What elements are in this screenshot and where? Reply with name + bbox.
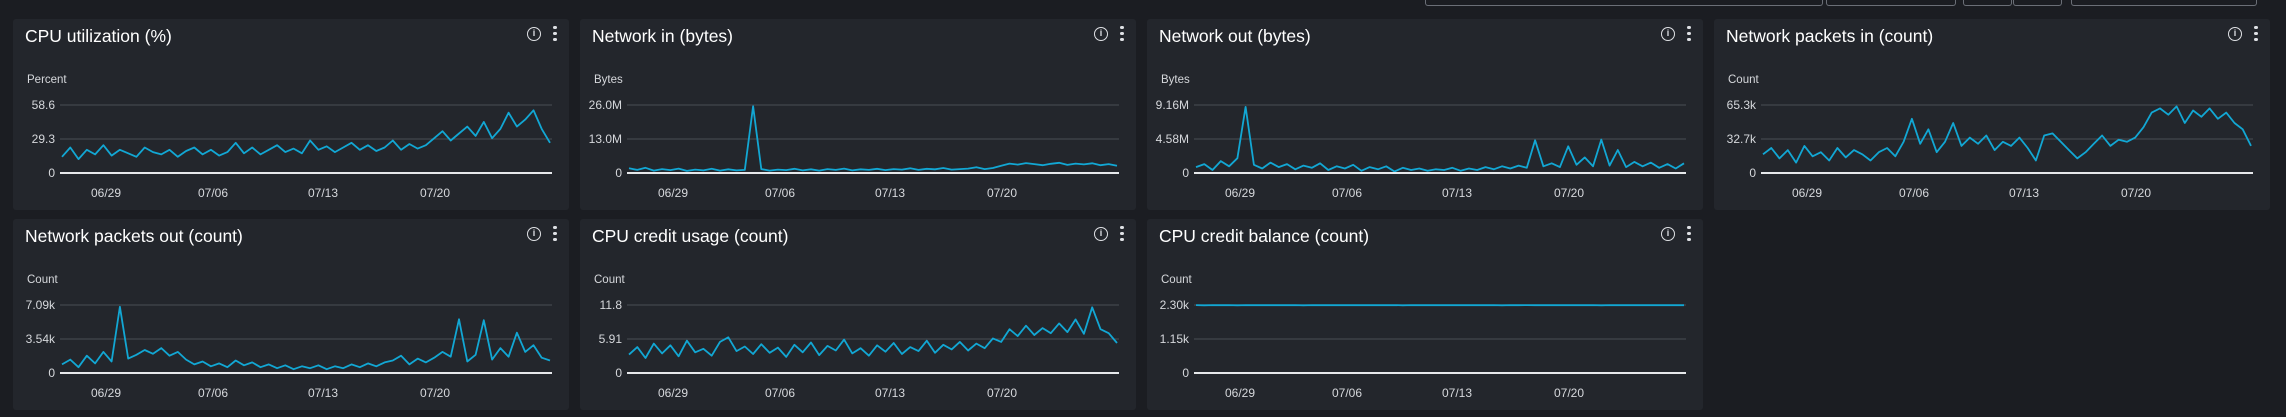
x-tick-label: 06/29 bbox=[658, 186, 688, 200]
y-axis-unit-label: Count bbox=[27, 274, 58, 286]
x-tick-label: 07/20 bbox=[2121, 186, 2151, 200]
y-tick-label: 7.09k bbox=[26, 298, 56, 312]
y-tick-label: 58.6 bbox=[32, 98, 56, 112]
x-tick-label: 07/20 bbox=[1554, 186, 1584, 200]
actions-button-edge[interactable] bbox=[2071, 0, 2257, 6]
toolbar-strip bbox=[0, 0, 2286, 8]
x-tick-label: 07/13 bbox=[875, 186, 905, 200]
metric-widget[interactable]: CPU credit balance (count) i Count 2.30k 1.1… bbox=[1147, 219, 1703, 410]
x-tick-label: 07/20 bbox=[987, 386, 1017, 400]
x-tick-label: 07/13 bbox=[308, 186, 338, 200]
line-chart: Count 2.30k 1.15k 0 06/29 07/06 07/13 07/20 bbox=[1160, 274, 1686, 400]
y-tick-label: 4.58M bbox=[1156, 132, 1189, 146]
series-line bbox=[1762, 105, 2252, 164]
y-tick-label: 2.30k bbox=[1160, 298, 1190, 312]
y-tick-label: 3.54k bbox=[26, 332, 56, 346]
series-line bbox=[628, 306, 1118, 359]
x-tick-label: 07/13 bbox=[308, 386, 338, 400]
y-tick-label: 29.3 bbox=[32, 132, 56, 146]
metric-widget[interactable]: Network in (bytes) i Bytes 26.0M 13.0M 0 06/29… bbox=[580, 19, 1136, 210]
y-axis-unit-label: Count bbox=[1161, 274, 1192, 286]
x-tick-label: 07/13 bbox=[1442, 186, 1472, 200]
y-axis-unit-label: Bytes bbox=[1161, 74, 1190, 86]
x-tick-label: 07/20 bbox=[420, 386, 450, 400]
series-line bbox=[61, 109, 551, 160]
y-tick-label: 11.8 bbox=[600, 298, 623, 312]
line-chart: Count 11.8 5.91 0 06/29 07/06 07/13 07/20 bbox=[594, 274, 1119, 400]
line-chart: Count 7.09k 3.54k 0 06/29 07/06 07/13 07/20 bbox=[26, 274, 552, 400]
refresh-options-edge[interactable] bbox=[2013, 0, 2062, 6]
x-tick-label: 07/06 bbox=[765, 386, 795, 400]
x-tick-label: 07/06 bbox=[765, 186, 795, 200]
y-tick-label: 32.7k bbox=[1727, 132, 1757, 146]
y-tick-label: 65.3k bbox=[1727, 98, 1757, 112]
metric-widget[interactable]: Network packets out (count) i Count 7.09k 3.… bbox=[13, 219, 569, 410]
x-tick-label: 07/20 bbox=[1554, 386, 1584, 400]
metric-widget[interactable]: CPU utilization (%) i Percent 58.6 29.3 0 06/2… bbox=[13, 19, 569, 210]
x-tick-label: 07/20 bbox=[987, 186, 1017, 200]
line-chart: Bytes 9.16M 4.58M 0 06/29 07/06 07/13 07/20 bbox=[1156, 74, 1686, 200]
line-chart: Count 65.3k 32.7k 0 06/29 07/06 07/13 07/20 bbox=[1727, 74, 2253, 200]
x-tick-label: 07/13 bbox=[2009, 186, 2039, 200]
y-tick-label: 0 bbox=[1182, 166, 1189, 180]
y-tick-label: 0 bbox=[1749, 166, 1756, 180]
x-tick-label: 07/06 bbox=[1899, 186, 1929, 200]
period-select-edge[interactable] bbox=[1826, 0, 1956, 6]
x-tick-label: 07/13 bbox=[875, 386, 905, 400]
y-tick-label: 5.91 bbox=[599, 332, 623, 346]
x-tick-label: 06/29 bbox=[1792, 186, 1822, 200]
x-tick-label: 07/06 bbox=[1332, 386, 1362, 400]
y-axis-unit-label: Percent bbox=[27, 74, 67, 86]
x-tick-label: 07/06 bbox=[1332, 186, 1362, 200]
x-tick-label: 07/06 bbox=[198, 186, 228, 200]
metric-widget[interactable]: Network packets in (count) i Count 65.3k 32.… bbox=[1714, 19, 2270, 210]
x-tick-label: 06/29 bbox=[1225, 186, 1255, 200]
metric-widget[interactable]: CPU credit usage (count) i Count 11.8 5.91 0 0… bbox=[580, 219, 1136, 410]
y-tick-label: 0 bbox=[1182, 366, 1189, 380]
metric-widget[interactable]: Network out (bytes) i Bytes 9.16M 4.58M 0 06/2… bbox=[1147, 19, 1703, 210]
x-tick-label: 07/13 bbox=[1442, 386, 1472, 400]
y-tick-label: 0 bbox=[615, 366, 622, 380]
x-tick-label: 06/29 bbox=[91, 386, 121, 400]
line-chart: Percent 58.6 29.3 0 06/29 07/06 07/13 07/20 bbox=[27, 74, 552, 200]
line-chart: Bytes 26.0M 13.0M 0 06/29 07/06 07/13 07/20 bbox=[589, 74, 1119, 200]
y-axis-unit-label: Bytes bbox=[594, 74, 623, 86]
y-tick-label: 0 bbox=[615, 166, 622, 180]
x-tick-label: 07/06 bbox=[198, 386, 228, 400]
y-tick-label: 26.0M bbox=[589, 98, 622, 112]
y-tick-label: 13.0M bbox=[589, 132, 622, 146]
series-line bbox=[61, 305, 551, 371]
x-tick-label: 06/29 bbox=[1225, 386, 1255, 400]
y-axis-unit-label: Count bbox=[594, 274, 625, 286]
y-tick-label: 0 bbox=[48, 166, 55, 180]
x-tick-label: 06/29 bbox=[658, 386, 688, 400]
y-tick-label: 1.15k bbox=[1160, 332, 1190, 346]
y-tick-label: 9.16M bbox=[1156, 98, 1189, 112]
y-axis-unit-label: Count bbox=[1728, 74, 1759, 86]
refresh-button-edge[interactable] bbox=[1963, 0, 2012, 6]
x-tick-label: 06/29 bbox=[91, 186, 121, 200]
x-tick-label: 07/20 bbox=[420, 186, 450, 200]
search-field-edge[interactable] bbox=[1425, 0, 1823, 6]
y-tick-label: 0 bbox=[48, 366, 55, 380]
